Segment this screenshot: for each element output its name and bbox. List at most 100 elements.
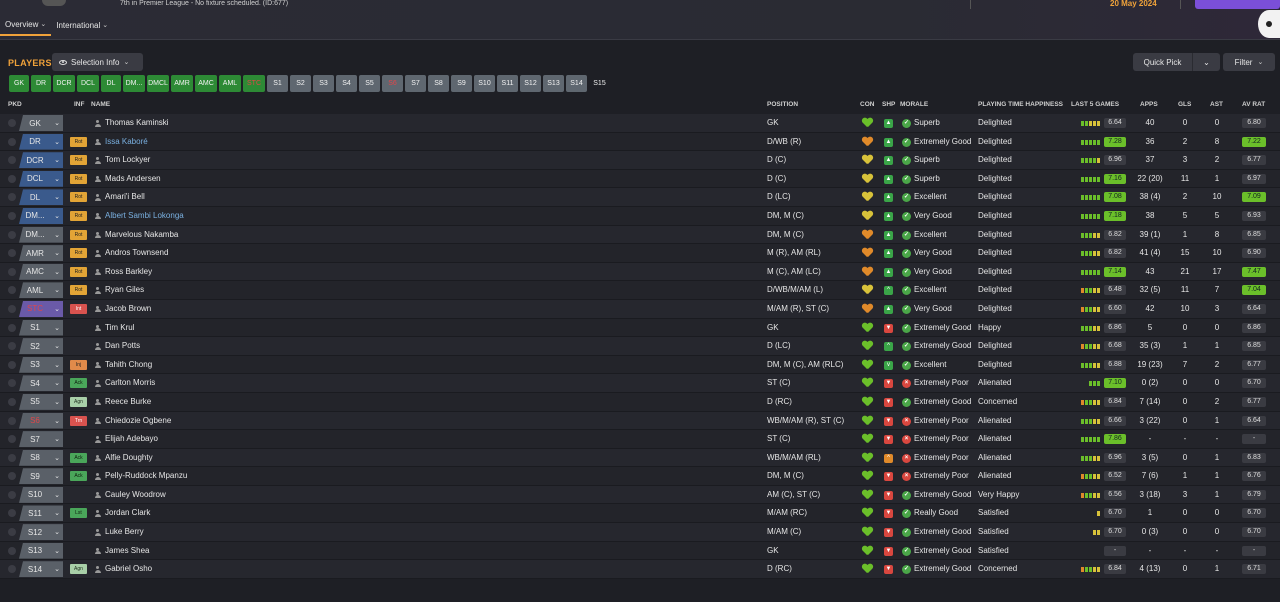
column-header-con[interactable]: CON [860, 101, 874, 108]
table-row[interactable]: S13 ⌄ James Shea GK ▼ ✓ Extremely Good Satisfie… [0, 541, 1280, 561]
slot-dropdown[interactable]: S12 ⌄ [19, 524, 63, 541]
player-name[interactable]: Marvelous Nakamba [105, 226, 178, 244]
pick-toggle[interactable] [8, 304, 16, 313]
position-chip[interactable]: S11 [497, 75, 518, 92]
slot-dropdown[interactable]: S2 ⌄ [19, 338, 63, 355]
table-row[interactable]: DM... ⌄ Rot Albert Sambi Lokonga DM, M (C) ▲ ✓… [0, 206, 1280, 226]
position-chip[interactable]: DL [101, 75, 121, 92]
player-name[interactable]: Cauley Woodrow [105, 486, 166, 504]
table-row[interactable]: S11 ⌄ Lst Jordan Clark M/AM (RC) ▼ ✓ Really Goo… [0, 504, 1280, 524]
slot-dropdown[interactable]: S1 ⌄ [19, 319, 63, 336]
info-badge[interactable]: Rot [70, 155, 87, 166]
column-header-position[interactable]: POSITION [767, 101, 798, 108]
quick-pick-button[interactable]: Quick Pick ⌄ [1133, 53, 1220, 71]
position-chip[interactable]: S2 [290, 75, 311, 92]
info-badge[interactable]: Rot [70, 285, 87, 296]
position-chip[interactable]: AML [219, 75, 241, 92]
position-chip[interactable]: DM... [123, 75, 145, 92]
table-row[interactable]: AMC ⌄ Rot Ross Barkley M (C), AM (LC) ▲ ✓ Very … [0, 262, 1280, 282]
tab-overview[interactable]: Overview ⌄ [0, 16, 52, 36]
pick-toggle[interactable] [8, 509, 16, 518]
table-row[interactable]: DL ⌄ Rot Amari'i Bell D (LC) ▲ ✓ Excellent Delig… [0, 188, 1280, 207]
player-name[interactable]: Amari'i Bell [105, 188, 145, 206]
slot-dropdown[interactable]: DM... ⌄ [19, 207, 63, 224]
column-header-name[interactable]: NAME [91, 101, 110, 108]
table-row[interactable]: S12 ⌄ Luke Berry M/AM (C) ▼ ✓ Extremely Good Sa… [0, 523, 1280, 542]
table-row[interactable]: GK ⌄ Thomas Kaminski GK ▲ ✓ Superb Delighted 6.6… [0, 114, 1280, 133]
player-name[interactable]: Tahith Chong [105, 356, 152, 374]
player-name[interactable]: Gabriel Osho [105, 560, 152, 578]
pick-toggle[interactable] [8, 211, 16, 220]
table-row[interactable]: DR ⌄ Rot Issa Kaboré D/WB (R) ▲ ✓ Extremely Goo… [0, 132, 1280, 152]
info-badge[interactable]: Lst [70, 508, 87, 519]
table-row[interactable]: S14 ⌄ Agn Gabriel Osho D (RC) ▼ ✓ Extremely Goo… [0, 560, 1280, 579]
player-name[interactable]: Luke Berry [105, 523, 144, 541]
pick-toggle[interactable] [8, 546, 16, 555]
slot-dropdown[interactable]: DR ⌄ [19, 133, 63, 150]
pick-toggle[interactable] [8, 286, 16, 295]
pick-toggle[interactable] [8, 193, 16, 202]
slot-dropdown[interactable]: S7 ⌄ [19, 431, 63, 448]
info-badge[interactable]: Rot [70, 266, 87, 277]
pick-toggle[interactable] [8, 323, 16, 332]
player-name[interactable]: Mads Andersen [105, 170, 161, 188]
club-badge-icon[interactable] [42, 0, 66, 6]
info-badge[interactable]: Ack [70, 471, 87, 482]
player-name[interactable]: James Shea [105, 542, 149, 560]
table-row[interactable]: S3 ⌄ Inj Tahith Chong DM, M (C), AM (RLC) v ✓ E… [0, 355, 1280, 375]
position-chip[interactable]: S15 [589, 75, 610, 92]
table-row[interactable]: S10 ⌄ Cauley Woodrow AM (C), ST (C) ▼ ✓ Extrem… [0, 485, 1280, 505]
position-chip[interactable]: GK [9, 75, 29, 92]
column-header-avrat[interactable]: AV RAT [1242, 101, 1265, 108]
player-name[interactable]: Thomas Kaminski [105, 114, 169, 132]
player-name[interactable]: Dan Potts [105, 337, 140, 355]
player-name[interactable]: Elijah Adebayo [105, 430, 158, 448]
current-date[interactable]: 20 May 2024 [1110, 0, 1157, 8]
table-row[interactable]: AML ⌄ Rot Ryan Giles D/WB/M/AM (L) ^ ✓ Excellen… [0, 281, 1280, 300]
player-name[interactable]: Jacob Brown [105, 300, 151, 318]
info-badge[interactable]: Trn [70, 415, 87, 426]
position-chip[interactable]: S3 [313, 75, 334, 92]
slot-dropdown[interactable]: DM... ⌄ [19, 226, 63, 243]
table-row[interactable]: S7 ⌄ Elijah Adebayo ST (C) ▼ × Extremely Poor A… [0, 430, 1280, 449]
slot-dropdown[interactable]: DCR ⌄ [19, 152, 63, 169]
player-name[interactable]: Tom Lockyer [105, 151, 150, 169]
pick-toggle[interactable] [8, 397, 16, 406]
slot-dropdown[interactable]: S6 ⌄ [19, 412, 63, 429]
position-chip[interactable]: S6 [382, 75, 403, 92]
player-name[interactable]: Jordan Clark [105, 504, 150, 522]
table-row[interactable]: S5 ⌄ Agn Reece Burke D (RC) ▼ ✓ Extremely Good C… [0, 392, 1280, 412]
column-header-gls[interactable]: GLS [1178, 101, 1191, 108]
player-name[interactable]: Andros Townsend [105, 244, 168, 262]
table-row[interactable]: S9 ⌄ Ack Pelly-Ruddock Mpanzu DM, M (C) ▼ × Ext… [0, 467, 1280, 486]
slot-dropdown[interactable]: GK ⌄ [19, 115, 63, 131]
slot-dropdown[interactable]: STC ⌄ [19, 300, 63, 317]
player-name[interactable]: Reece Burke [105, 393, 151, 411]
slot-dropdown[interactable]: DL ⌄ [19, 189, 63, 206]
position-chip[interactable]: S5 [359, 75, 380, 92]
table-row[interactable]: S2 ⌄ Dan Potts D (LC) ^ ✓ Extremely Good Deligh… [0, 337, 1280, 356]
position-chip[interactable]: DMCL [147, 75, 169, 92]
column-header-shp[interactable]: SHP [882, 101, 895, 108]
info-badge[interactable]: Inj [70, 359, 87, 370]
continue-button[interactable] [1195, 0, 1280, 9]
pick-toggle[interactable] [8, 230, 16, 239]
position-chip[interactable]: S9 [451, 75, 472, 92]
avatar[interactable] [1258, 10, 1280, 38]
chevron-down-icon[interactable]: ⌄ [1193, 58, 1220, 67]
pick-toggle[interactable] [8, 472, 16, 481]
table-row[interactable]: S4 ⌄ Ack Carlton Morris ST (C) ▼ × Extremely Po… [0, 374, 1280, 393]
player-name[interactable]: Pelly-Ruddock Mpanzu [105, 467, 187, 485]
table-row[interactable]: S6 ⌄ Trn Chiedozie Ogbene WB/M/AM (R), ST (C… [0, 411, 1280, 431]
position-chip[interactable]: S4 [336, 75, 357, 92]
pick-toggle[interactable] [8, 379, 16, 388]
info-badge[interactable]: Agn [70, 564, 87, 575]
player-name[interactable]: Alfie Doughty [105, 449, 153, 467]
position-chip[interactable]: S1 [267, 75, 288, 92]
info-badge[interactable]: Int [70, 303, 87, 314]
filter-button[interactable]: Filter ⌄ [1223, 53, 1275, 71]
info-badge[interactable]: Rot [70, 229, 87, 240]
table-row[interactable]: DM... ⌄ Rot Marvelous Nakamba DM, M (C) ▲ ✓ Exc… [0, 225, 1280, 245]
slot-dropdown[interactable]: S13 ⌄ [19, 542, 63, 559]
column-header-morale[interactable]: MORALE [900, 101, 928, 108]
